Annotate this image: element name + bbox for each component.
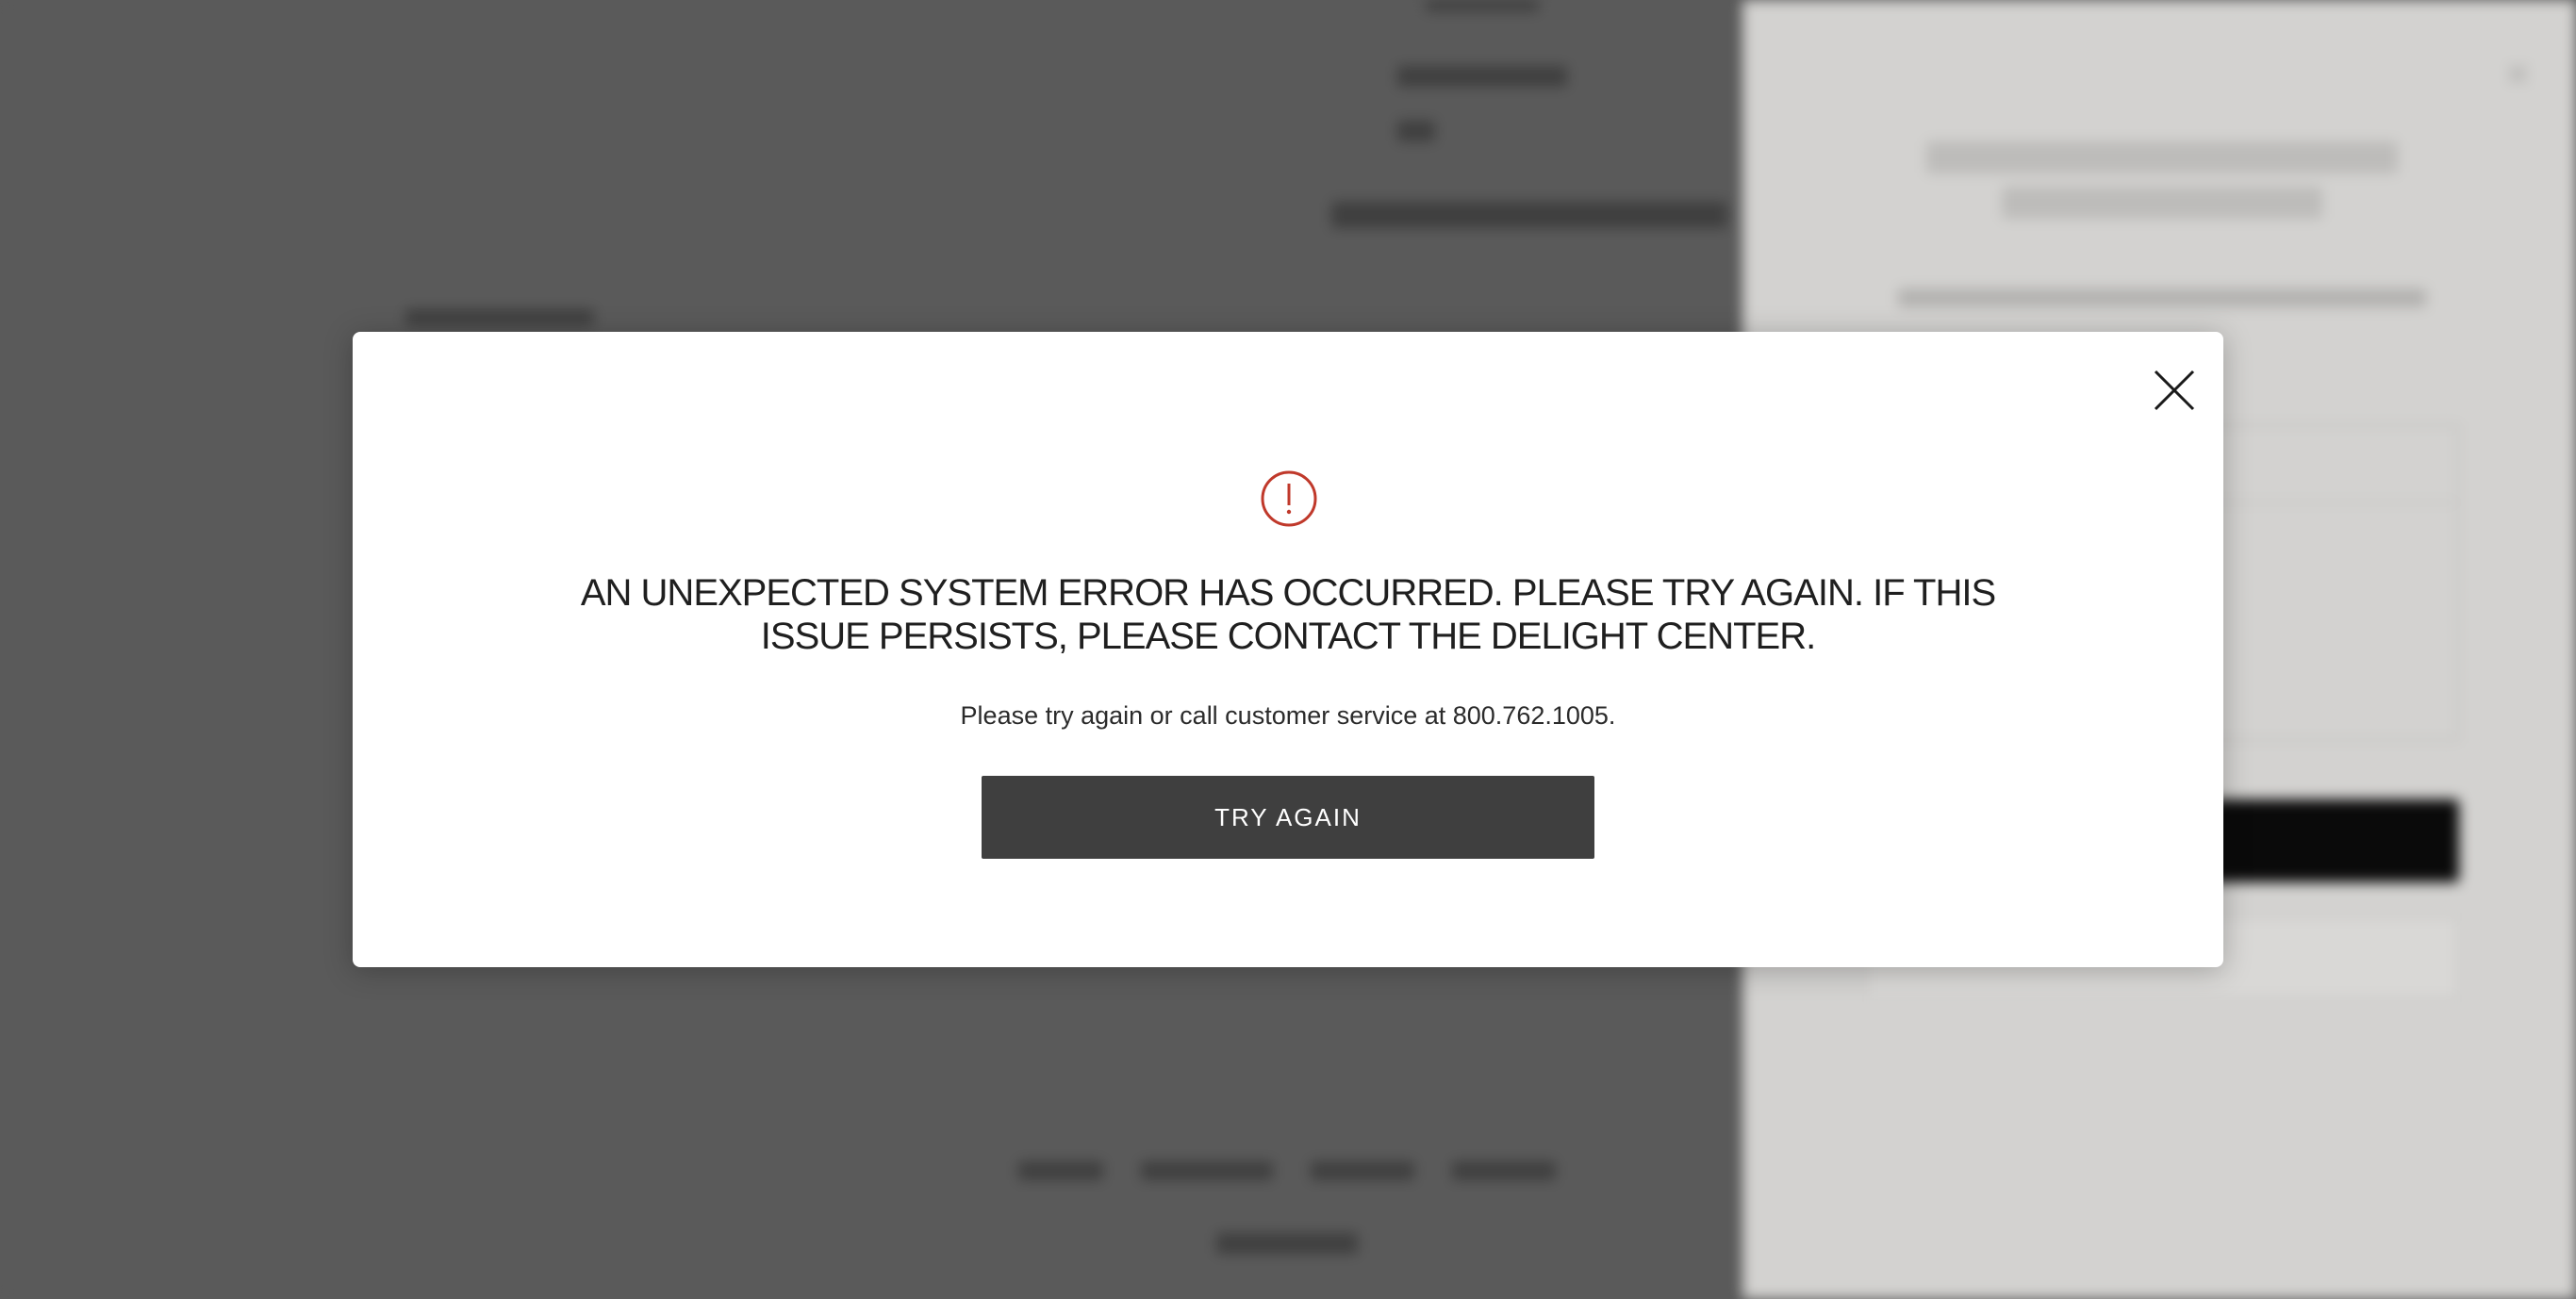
background-placeholder xyxy=(1397,121,1435,141)
background-placeholder xyxy=(1426,0,1539,11)
alert-circle-icon xyxy=(1260,469,1318,528)
error-message: Please try again or call customer servic… xyxy=(960,701,1616,730)
background-placeholder xyxy=(1926,141,2398,173)
background-placeholder xyxy=(1898,288,2426,307)
panel-subtitle-placeholder xyxy=(1856,288,2469,307)
background-placeholder xyxy=(2002,187,2322,219)
try-again-button[interactable]: TRY AGAIN xyxy=(982,776,1594,859)
panel-close-icon: ✕ xyxy=(2504,58,2532,93)
close-button[interactable] xyxy=(2150,366,2199,415)
background-placeholder xyxy=(1311,1161,1414,1180)
panel-title-placeholder xyxy=(1856,141,2469,219)
close-icon xyxy=(2154,370,2195,411)
background-placeholder xyxy=(405,309,594,326)
error-modal: AN UNEXPECTED SYSTEM ERROR HAS OCCURRED.… xyxy=(353,332,2223,967)
background-placeholder xyxy=(1018,1161,1103,1180)
background-placeholder xyxy=(1141,1161,1273,1180)
error-title: AN UNEXPECTED SYSTEM ERROR HAS OCCURRED.… xyxy=(580,572,1996,657)
background-placeholder xyxy=(1216,1233,1358,1254)
background-placeholder xyxy=(1397,66,1567,87)
background-placeholder xyxy=(1331,202,1727,228)
background-placeholder xyxy=(1452,1161,1556,1180)
